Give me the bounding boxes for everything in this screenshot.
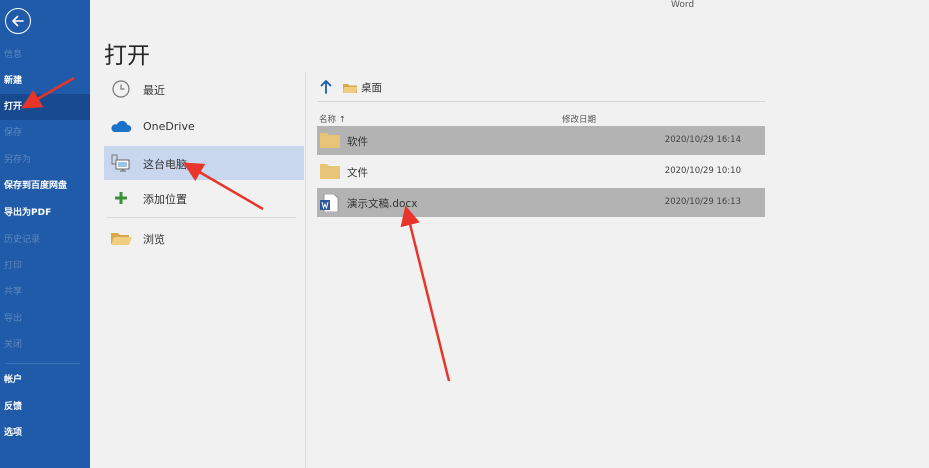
location-this-pc[interactable]: 这台电脑 bbox=[104, 146, 304, 180]
nav-save-as[interactable]: 另存为 bbox=[0, 147, 90, 173]
folder-icon bbox=[343, 84, 357, 93]
location-divider bbox=[106, 217, 296, 218]
page-title: 打开 bbox=[104, 43, 150, 69]
location-label: 这台电脑 bbox=[143, 158, 187, 171]
location-label: 最近 bbox=[143, 84, 165, 97]
app-title: Word bbox=[671, 0, 695, 10]
file-name: 软件 bbox=[347, 136, 368, 148]
location-label: 添加位置 bbox=[143, 193, 187, 206]
clock-icon bbox=[112, 80, 130, 98]
nav-new[interactable]: 新建 bbox=[0, 68, 90, 94]
folder-open-icon bbox=[111, 233, 132, 245]
file-date: 2020/10/29 10:10 bbox=[664, 166, 741, 176]
breadcrumb-desktop[interactable]: 桌面 bbox=[361, 80, 382, 95]
column-header-name[interactable]: 名称 ↑ bbox=[319, 113, 346, 125]
pane-divider bbox=[305, 72, 306, 468]
computer-icon bbox=[111, 154, 130, 172]
location-recent[interactable]: 最近 bbox=[104, 72, 304, 106]
location-browse[interactable]: 浏览 bbox=[104, 221, 304, 255]
nav-close[interactable]: 关闭 bbox=[0, 332, 90, 358]
file-row[interactable]: 演示文稿.docx 2020/10/29 16:13 bbox=[317, 188, 765, 217]
back-arrow-icon bbox=[12, 15, 24, 27]
file-row[interactable]: 软件 2020/10/29 16:14 bbox=[317, 126, 765, 155]
file-name: 文件 bbox=[347, 167, 368, 179]
up-arrow-icon[interactable] bbox=[318, 78, 334, 96]
nav-history[interactable]: 历史记录 bbox=[0, 227, 90, 253]
file-date: 2020/10/29 16:14 bbox=[664, 135, 741, 145]
nav-print[interactable]: 打印 bbox=[0, 253, 90, 279]
backstage-sidebar: 信息 新建 打开 保存 另存为 保存到百度网盘 导出为PDF 历史记录 打印 共… bbox=[0, 0, 90, 468]
nav-export[interactable]: 导出 bbox=[0, 306, 90, 332]
back-button[interactable] bbox=[5, 8, 31, 34]
file-row[interactable]: 文件 2020/10/29 10:10 bbox=[317, 157, 765, 186]
nav-share[interactable]: 共享 bbox=[0, 279, 90, 305]
file-name: 演示文稿.docx bbox=[347, 198, 418, 210]
column-header-modified[interactable]: 修改日期 bbox=[562, 113, 596, 125]
nav-info[interactable]: 信息 bbox=[0, 42, 90, 68]
file-date: 2020/10/29 16:13 bbox=[664, 197, 741, 207]
cloud-icon bbox=[111, 120, 132, 132]
folder-icon bbox=[320, 164, 340, 179]
nav-options[interactable]: 选项 bbox=[0, 420, 90, 446]
location-add-place[interactable]: 添加位置 bbox=[104, 181, 304, 215]
nav-export-pdf[interactable]: 导出为PDF bbox=[0, 200, 90, 226]
folder-icon bbox=[320, 133, 340, 148]
nav-open[interactable]: 打开 bbox=[0, 94, 90, 120]
nav-account[interactable]: 帐户 bbox=[0, 367, 90, 393]
plus-icon bbox=[115, 192, 127, 204]
location-onedrive[interactable]: OneDrive bbox=[104, 110, 304, 144]
annotation-arrow bbox=[400, 205, 451, 382]
nav-save-to-baidu[interactable]: 保存到百度网盘 bbox=[0, 173, 90, 199]
location-label: 浏览 bbox=[143, 233, 165, 246]
location-label: OneDrive bbox=[143, 120, 195, 133]
nav-save[interactable]: 保存 bbox=[0, 120, 90, 146]
sidebar-divider bbox=[6, 363, 80, 364]
path-divider bbox=[317, 101, 765, 102]
word-document-icon bbox=[320, 194, 339, 212]
nav-feedback[interactable]: 反馈 bbox=[0, 394, 90, 420]
